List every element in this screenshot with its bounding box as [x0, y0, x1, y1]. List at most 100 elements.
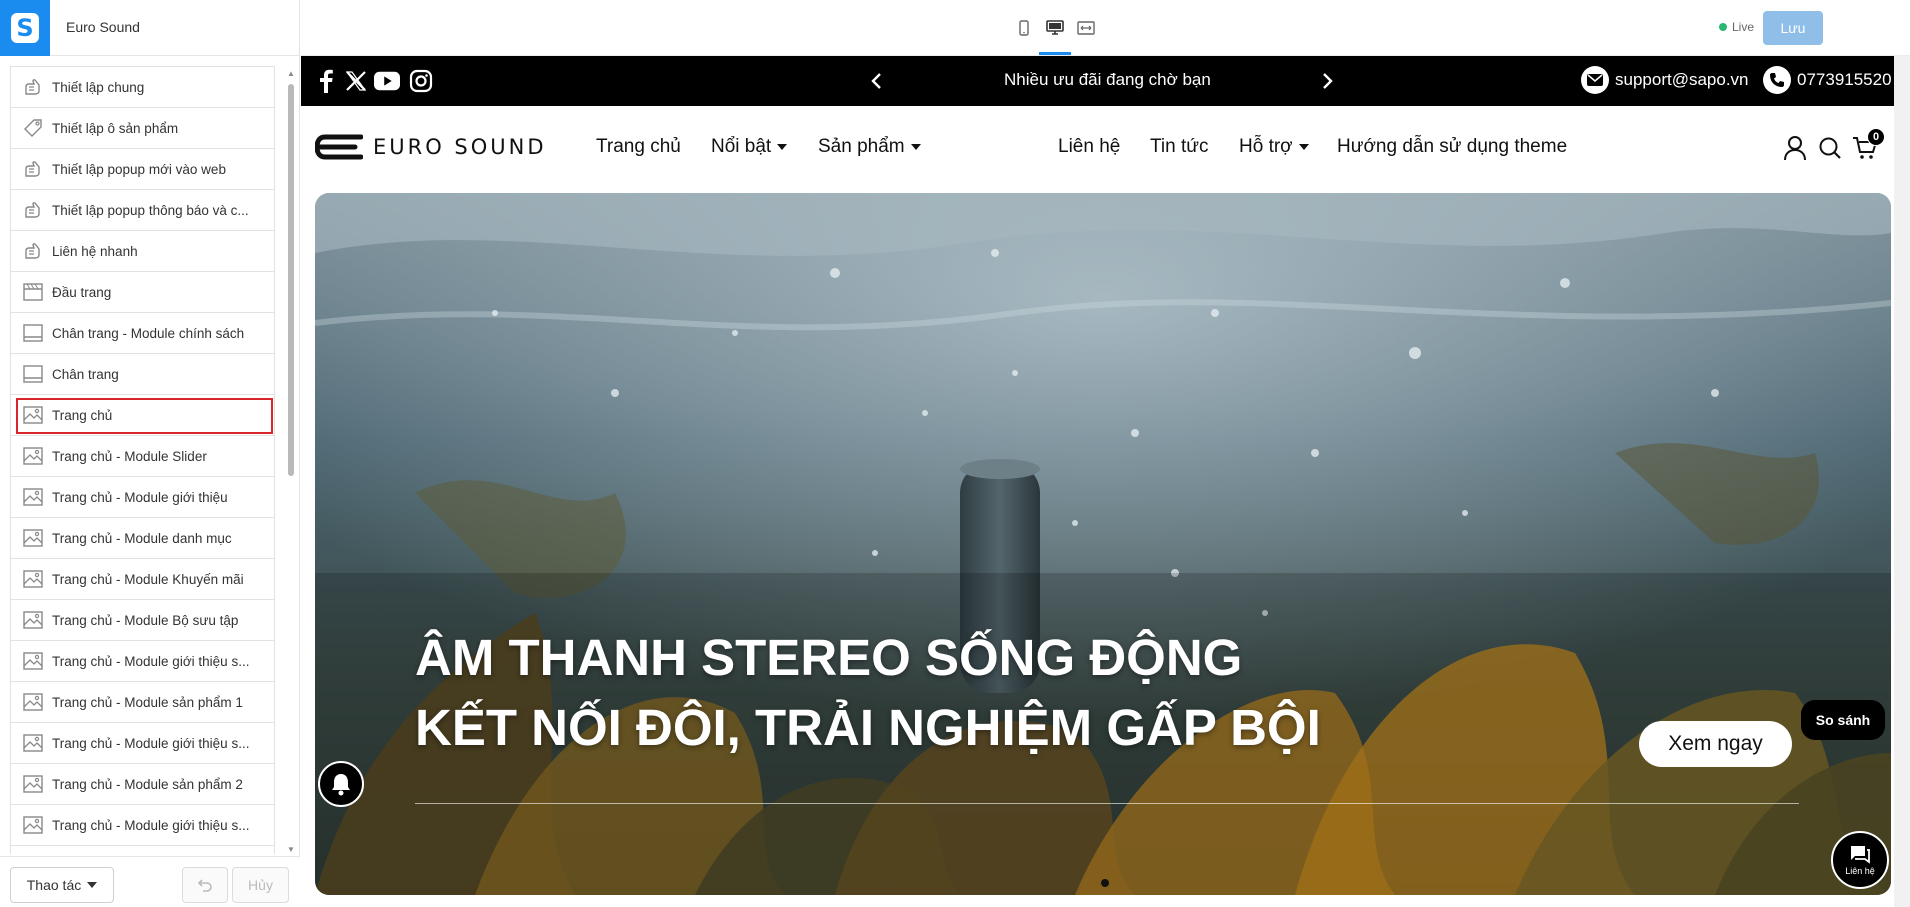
preview-scrollbar[interactable] [1894, 56, 1910, 907]
undo-button[interactable] [182, 867, 228, 903]
site-logo[interactable]: EURO SOUND [315, 134, 547, 160]
sidebar-item[interactable]: Trang chủ - Module giới thiệu s... [11, 805, 274, 846]
editor-sidebar: S Euro Sound Thiết lập chung Thiết lập ô … [0, 0, 300, 907]
image-gallery-icon [22, 568, 44, 590]
header-layout-icon [22, 281, 44, 303]
chevron-down-icon [777, 144, 788, 150]
sidebar-item-label: Trang chủ - Module giới thiệu s... [52, 735, 250, 751]
sidebar-item[interactable]: Trang chủ - Module danh mục [11, 518, 274, 559]
nav-lien-he[interactable]: Liên hệ [1058, 136, 1120, 158]
hero-slider: ÂM THANH STEREO SỐNG ĐỘNG KẾT NỐI ĐÔI, T… [315, 193, 1891, 895]
sidebar-item[interactable]: Trang chủ - Module Khuyến mãi [11, 559, 274, 600]
sidebar-item-label: Liên hệ nhanh [52, 243, 138, 259]
contact-email[interactable]: support@sapo.vn [1581, 66, 1749, 94]
nav-trang-chu[interactable]: Trang chủ [596, 136, 681, 158]
sidebar-item[interactable]: Trang chủ - Module giới thiệu s... [11, 641, 274, 682]
sidebar-item[interactable]: Thiết lập ô sản phẩm [11, 108, 274, 149]
editor-toolbar: Live Lưu [301, 0, 1910, 56]
nav-ho-tro[interactable]: Hỗ trợ [1239, 136, 1309, 158]
nav-label: Liên hệ [1058, 136, 1121, 157]
sidebar-item[interactable]: Trang chủ - Module giới thiệu s... [11, 723, 274, 764]
site-logo-text: EURO SOUND [373, 135, 547, 159]
sidebar-item[interactable]: Chân trang - Module chính sách [11, 313, 274, 354]
sidebar-item-label: Trang chủ [52, 407, 113, 423]
contact-phone[interactable]: 0773915520 [1763, 66, 1892, 94]
site-header: EURO SOUND Trang chủ Nổi bật Sản phẩm Li… [301, 106, 1894, 192]
slider-dot[interactable] [1101, 879, 1109, 887]
chevron-down-icon [1298, 144, 1309, 150]
euro-sound-logo-mark [315, 134, 363, 160]
live-status: Live [1719, 20, 1754, 34]
youtube-icon[interactable] [374, 68, 400, 94]
compare-button[interactable]: So sánh [1801, 700, 1885, 740]
sidebar-item[interactable]: Liên hệ nhanh [11, 231, 274, 272]
x-twitter-icon[interactable] [343, 68, 369, 94]
nav-huong-dan[interactable]: Hướng dẫn sử dụng theme [1337, 136, 1567, 158]
sidebar-item-label: Trang chủ - Module danh mục [52, 530, 232, 546]
store-name: Euro Sound [66, 19, 140, 35]
image-gallery-icon [22, 650, 44, 672]
sapo-logo-letter: S [11, 13, 39, 43]
facebook-icon[interactable] [313, 68, 339, 94]
bell-icon [332, 774, 350, 796]
mail-icon [1581, 66, 1609, 94]
sidebar-item[interactable]: Thiết lập popup thông báo và c... [11, 190, 274, 231]
sidebar-item[interactable]: Trang chủ - Module Slider [11, 436, 274, 477]
sidebar-item[interactable]: Trang chủ - Module sản phẩm 1 [11, 682, 274, 723]
sidebar-item-label: Đầu trang [52, 284, 112, 300]
nav-label: Nổi bật [711, 136, 772, 157]
scroll-down-icon[interactable]: ▼ [287, 846, 295, 854]
footer-layout-icon [22, 322, 44, 344]
search-icon[interactable] [1816, 134, 1844, 162]
sidebar-item[interactable]: Đầu trang [11, 272, 274, 313]
hero-divider [415, 803, 1799, 804]
promo-next-icon[interactable] [1318, 69, 1338, 93]
sidebar-item[interactable]: Thiết lập popup mới vào web [11, 149, 274, 190]
settings-hand-icon [22, 240, 44, 262]
mobile-view-button[interactable] [1012, 16, 1036, 40]
sidebar-item-label: Trang chủ - Module sản phẩm 1 [52, 694, 243, 710]
sidebar-scrollbar[interactable]: ▲ ▼ [286, 70, 296, 854]
sidebar-item-label: Thiết lập popup mới vào web [52, 161, 226, 177]
sidebar-item[interactable]: Thiết lập chung [11, 67, 274, 108]
image-gallery-icon [22, 527, 44, 549]
sidebar-item[interactable]: Trang chủ [11, 395, 274, 436]
actions-dropdown[interactable]: Thao tác [10, 867, 114, 903]
sidebar-item-label: Trang chủ - Module giới thiệu s... [52, 817, 250, 833]
image-gallery-icon [22, 814, 44, 836]
nav-tin-tuc[interactable]: Tin tức [1150, 136, 1208, 158]
footer-layout-icon [22, 363, 44, 385]
sidebar-item[interactable]: Chân trang [11, 354, 274, 395]
account-icon[interactable] [1781, 134, 1809, 162]
scrollbar-thumb[interactable] [288, 84, 294, 476]
desktop-view-button[interactable] [1043, 16, 1067, 40]
nav-label: Tin tức [1150, 136, 1209, 157]
notification-bell-button[interactable] [318, 761, 364, 807]
contact-fab-button[interactable]: Liên hệ [1831, 831, 1889, 889]
actions-label: Thao tác [26, 877, 82, 893]
settings-hand-icon [22, 76, 44, 98]
phone-icon [1763, 66, 1791, 94]
hero-cta-button[interactable]: Xem ngay [1639, 721, 1792, 767]
nav-san-pham[interactable]: Sản phẩm [818, 136, 921, 158]
sidebar-item[interactable]: Trang chủ - Module giới thiệu [11, 477, 274, 518]
cart-button[interactable]: 0 [1851, 128, 1885, 162]
sidebar-item[interactable]: Trang chủ - Module sản phẩm 2 [11, 764, 274, 805]
sapo-logo[interactable]: S [0, 0, 50, 56]
sidebar-item[interactable]: Trang chủ - Module Bộ sưu tập [11, 600, 274, 641]
nav-label: Sản phẩm [818, 136, 905, 157]
nav-label: Trang chủ [596, 136, 681, 157]
sidebar-footer: Thao tác Hủy [0, 856, 300, 907]
save-button[interactable]: Lưu [1763, 11, 1823, 45]
instagram-icon[interactable] [408, 68, 434, 94]
scroll-up-icon[interactable]: ▲ [287, 70, 295, 78]
promo-prev-icon[interactable] [866, 69, 886, 93]
nav-noi-bat[interactable]: Nổi bật [711, 136, 788, 158]
sidebar-item-label: Thiết lập ô sản phẩm [52, 120, 179, 136]
cart-count-badge: 0 [1867, 128, 1885, 146]
sidebar-item-label: Trang chủ - Module Khuyến mãi [52, 571, 244, 587]
cancel-button[interactable]: Hủy [232, 867, 289, 903]
image-gallery-icon [22, 691, 44, 713]
fullwidth-view-button[interactable] [1074, 16, 1098, 40]
section-list: Thiết lập chung Thiết lập ô sản phẩm Thiết… [10, 66, 275, 854]
